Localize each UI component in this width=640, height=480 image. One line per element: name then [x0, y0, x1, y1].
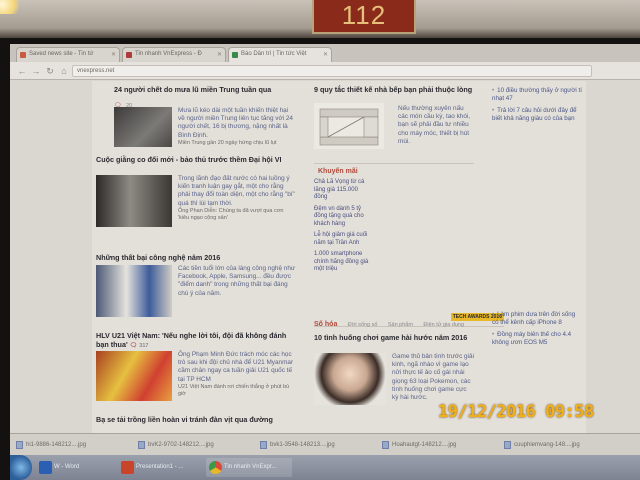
- image-file-icon: [382, 441, 389, 449]
- sidebar-link[interactable]: 10 điều thường thấy ở người tí nhạt 47: [492, 87, 582, 103]
- promo-box: Khuyến mãi Chả Lã Vọng từ cá lăng giá 11…: [314, 163, 474, 301]
- powerpoint-icon: [121, 461, 134, 474]
- close-tab-icon[interactable]: ✕: [323, 51, 328, 58]
- taskbar-item-word[interactable]: W - Word: [36, 458, 112, 477]
- close-tab-icon[interactable]: ✕: [111, 51, 116, 58]
- tab-label: Saved news site - Tin tứ: [29, 51, 94, 57]
- story-summary: Trong lãnh đạo đất nước có hai luồng ý k…: [178, 175, 295, 207]
- story-headline[interactable]: 24 người chết do mưa lũ miền Trung tuần …: [96, 85, 296, 94]
- browser-tab-strip: Saved news site - Tin tứ ✕ Tin nhanh VnE…: [10, 44, 640, 62]
- download-item[interactable]: bvK2-9702-148212....jpg: [138, 438, 214, 452]
- sidebar-link[interactable]: Trả lời 7 câu hỏi dưới đây để biết khả n…: [492, 107, 582, 123]
- download-bar: hi1-9886-148212....jpg bvK2-9702-148212.…: [10, 433, 640, 455]
- tab-label: Tin nhanh VnExpress - Đ: [135, 51, 202, 57]
- section-name[interactable]: Số hóa: [314, 321, 337, 328]
- news-page: 24 người chết do mưa lũ miền Trung tuần …: [92, 81, 586, 433]
- taskbar-item-powerpoint[interactable]: Presentation1 - ...: [118, 458, 202, 477]
- story-summary: Các tiền tuổi lớn của làng công nghệ như…: [178, 265, 296, 297]
- news-story[interactable]: Bạ se tải trồng liền hoàn vi tránh đàn v…: [96, 415, 296, 429]
- section-link[interactable]: Sản phẩm: [388, 322, 413, 328]
- promo-item[interactable]: 1.000 smartphone chính hãng đồng giá một…: [314, 251, 372, 274]
- site-favicon-icon: [126, 52, 132, 58]
- image-file-icon: [260, 441, 267, 449]
- home-icon[interactable]: ⌂: [58, 65, 70, 77]
- feature-headline[interactable]: 9 quy tắc thiết kế nhà bếp bạn phải thuộ…: [314, 85, 474, 94]
- story-summary: Game thủ bản tình trước giải kinh, ngã n…: [392, 353, 475, 402]
- taskbar-item-chrome[interactable]: Tin nhanh VnExpr...: [206, 458, 292, 477]
- image-file-icon: [504, 441, 511, 449]
- kitchen-diagram-thumbnail[interactable]: [314, 103, 384, 149]
- wall-number-sign: 112: [312, 0, 416, 34]
- story-headline[interactable]: Bạ se tải trồng liền hoàn vi tránh đàn v…: [96, 415, 296, 424]
- news-story[interactable]: HLV U21 Việt Nam: 'Nếu nghe lời tôi, đội…: [96, 331, 296, 411]
- news-story[interactable]: Những thất bại công nghệ năm 2016 Các ti…: [96, 253, 296, 325]
- download-item[interactable]: Hoahautgt-148212....jpg: [382, 438, 456, 452]
- story-summary: Mưa lũ kéo dài một tuần khiến thiệt hại …: [178, 107, 293, 139]
- feature-summary: Nếu thường xuyên nấu các món cầu kỳ, tao…: [398, 105, 471, 145]
- close-tab-icon[interactable]: ✕: [217, 51, 222, 58]
- related-link[interactable]: U21 Việt Nam đánh rơi chiến thắng ở phút…: [178, 384, 296, 398]
- windows-taskbar: W - Word Presentation1 - ... Tin nhanh V…: [10, 455, 640, 480]
- story-thumbnail[interactable]: [96, 265, 172, 317]
- story-thumbnail[interactable]: [314, 353, 386, 405]
- download-item[interactable]: hi1-9886-148212....jpg: [16, 438, 86, 452]
- promo-title: Khuyến mãi: [318, 168, 358, 175]
- back-arrow-icon[interactable]: ←: [16, 65, 28, 77]
- right-column: 10 điều thường thấy ở người tí nhạt 47 T…: [492, 81, 582, 351]
- browser-tab-1[interactable]: Saved news site - Tin tứ ✕: [16, 47, 120, 62]
- promo-item[interactable]: Lễ hội giảm giá cuối năm tại Trần Anh: [314, 232, 372, 247]
- image-file-icon: [138, 441, 145, 449]
- image-file-icon: [16, 441, 23, 449]
- promo-item[interactable]: Đệm vn dành 5 tỷ đồng tặng quà cho khách…: [314, 206, 372, 229]
- section-nav: Số hóa Đời sống số Sản phẩm Điện tử gia …: [314, 313, 504, 328]
- sidebar-link[interactable]: Đồng máy biên thế cho 4.4 không ươn EOS …: [492, 331, 582, 347]
- story-summary: Ông Phạm Minh Đức trách móc các học trò …: [178, 351, 294, 383]
- reload-icon[interactable]: ↻: [44, 65, 56, 77]
- section-link[interactable]: Điện tử gia dụng: [423, 322, 464, 328]
- download-item[interactable]: cuuphiemvang-148....jpg: [504, 438, 580, 452]
- forward-arrow-icon[interactable]: →: [30, 65, 42, 77]
- download-item[interactable]: bvk1-3548-148213....jpg: [260, 438, 335, 452]
- browser-toolbar: ← → ↻ ⌂ vnexpress.net: [10, 62, 640, 80]
- address-bar[interactable]: vnexpress.net: [72, 65, 592, 77]
- start-button[interactable]: [10, 455, 32, 480]
- story-headline[interactable]: 10 tình huống chơi game hài hước năm 201…: [314, 333, 474, 342]
- story-thumbnail[interactable]: [96, 351, 172, 401]
- story-headline[interactable]: Những thất bại công nghệ năm 2016: [96, 253, 296, 262]
- news-story[interactable]: 24 người chết do mưa lũ miền Trung tuần …: [96, 85, 296, 149]
- related-link[interactable]: Miền Trung gần 20 ngày hứng chịu lũ lụt: [178, 140, 296, 147]
- comment-icon: 🗨: [129, 343, 138, 349]
- story-thumbnail[interactable]: [114, 107, 172, 147]
- story-headline[interactable]: HLV U21 Việt Nam: 'Nếu nghe lời tôi, đội…: [96, 331, 296, 351]
- chrome-icon: [209, 461, 222, 474]
- word-icon: [39, 461, 52, 474]
- related-link[interactable]: Ông Phan Diễn: Chúng ta đã vượt qua cơn …: [178, 208, 296, 222]
- story-thumbnail[interactable]: [96, 175, 172, 227]
- section-link[interactable]: Đời sống số: [348, 322, 378, 328]
- site-favicon-icon: [232, 52, 238, 58]
- camera-timestamp: 19/12/2016 09:58: [438, 402, 594, 422]
- sidebar-link[interactable]: Làm phim dưa trên đời sống có thể kênh c…: [492, 311, 582, 327]
- promo-item[interactable]: Chả Lã Vọng từ cá lăng giá 115.000 đồng: [314, 179, 372, 202]
- tab-label: Báo Dân trí | Tin tức Việt: [241, 51, 307, 57]
- lamp-glow: [0, 0, 22, 14]
- browser-tab-2[interactable]: Tin nhanh VnExpress - Đ ✕: [122, 47, 226, 62]
- news-story[interactable]: Cuộc giằng co đối mới - bảo thủ trước th…: [96, 155, 296, 249]
- story-headline[interactable]: Cuộc giằng co đối mới - bảo thủ trước th…: [96, 155, 296, 164]
- site-favicon-icon: [20, 52, 26, 58]
- browser-tab-3[interactable]: Báo Dân trí | Tin tức Việt ✕: [228, 47, 332, 62]
